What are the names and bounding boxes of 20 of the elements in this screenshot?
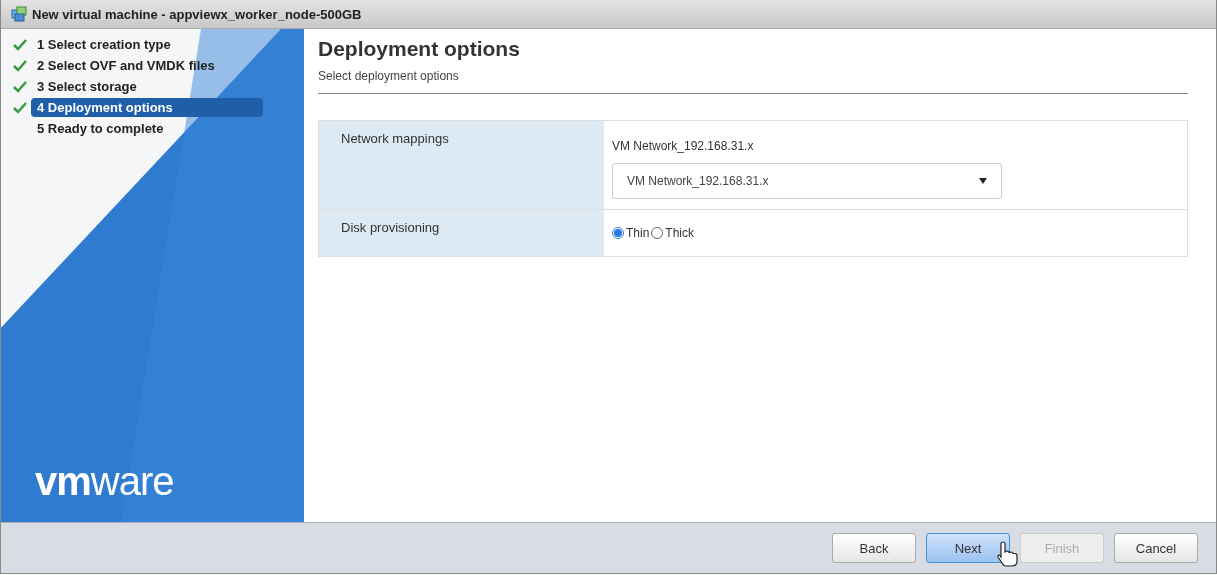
page-subtitle: Select deployment options — [318, 69, 1188, 94]
source-network: VM Network_192.168.31.x — [612, 138, 755, 155]
hand-cursor-icon — [996, 541, 1018, 567]
caret-icon — [979, 178, 987, 184]
radio-option[interactable]: Thick — [651, 226, 694, 240]
page-title: Deployment options — [318, 37, 521, 61]
setting-label: Network mappings — [319, 121, 604, 209]
wizard-step[interactable]: 1 Select creation type — [31, 35, 263, 54]
vm-icon — [11, 6, 27, 22]
wizard-step[interactable]: 3 Select storage — [31, 77, 263, 96]
setting-label: Disk provisioning — [319, 210, 604, 256]
window-title: New virtual machine - appviewx_worker_node-500GB — [32, 6, 362, 22]
network-dropdown[interactable]: VM Network_192.168.31.x — [612, 163, 1002, 199]
wizard-button[interactable]: Cancel — [1114, 533, 1198, 563]
wizard-step[interactable]: 4 Deployment options — [31, 98, 263, 117]
wizard-step[interactable]: 2 Select OVF and VMDK files — [31, 56, 263, 75]
radio-option[interactable]: Thin — [612, 226, 650, 240]
wizard-button[interactable]: Back — [832, 533, 916, 563]
wizard-step[interactable]: 5 Ready to complete — [31, 119, 263, 138]
vmware-logo: vmware — [34, 459, 175, 505]
